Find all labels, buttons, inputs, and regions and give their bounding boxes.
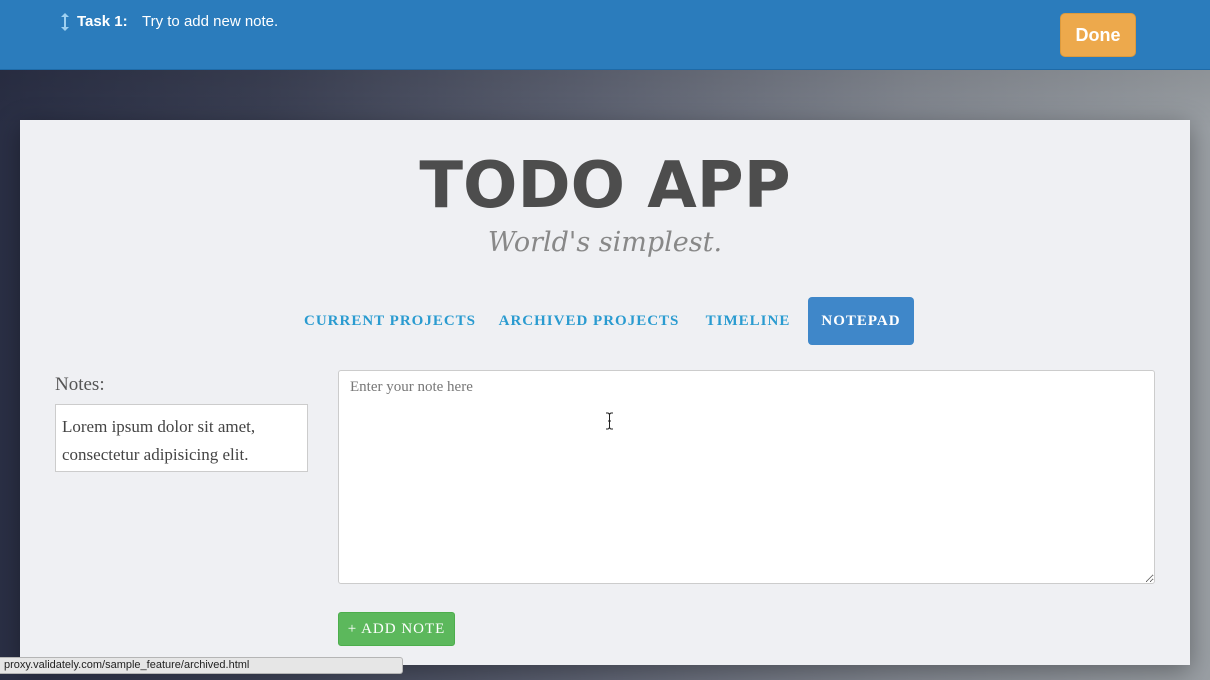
text-cursor-icon [606,412,613,430]
note-textarea[interactable] [338,370,1155,584]
nav-timeline[interactable]: TIMELINE [696,297,800,345]
task-bar: Task 1: Try to add new note. Done [0,0,1210,70]
app-subtitle: World's simplest. [487,227,723,258]
done-button[interactable]: Done [1060,13,1136,57]
notes-list: Lorem ipsum dolor sit amet, consectetur … [55,404,308,472]
note-item[interactable]: Lorem ipsum dolor sit amet, consectetur … [62,413,301,469]
task-label: Task 1: [77,13,128,30]
nav-notepad[interactable]: NOTEPAD [808,297,914,345]
task-instruction: Try to add new note. [142,13,279,30]
app-title: TODO APP [419,149,791,223]
nav-archived-projects[interactable]: ARCHIVED PROJECTS [494,297,684,345]
main-nav: CURRENT PROJECTS ARCHIVED PROJECTS TIMEL… [0,297,1210,345]
status-url-bar: proxy.validately.com/sample_feature/arch… [0,657,403,674]
nav-current-projects[interactable]: CURRENT PROJECTS [298,297,482,345]
notes-label: Notes: [55,374,105,395]
add-note-button[interactable]: + ADD NOTE [338,612,455,646]
resize-vertical-icon[interactable] [60,12,70,32]
